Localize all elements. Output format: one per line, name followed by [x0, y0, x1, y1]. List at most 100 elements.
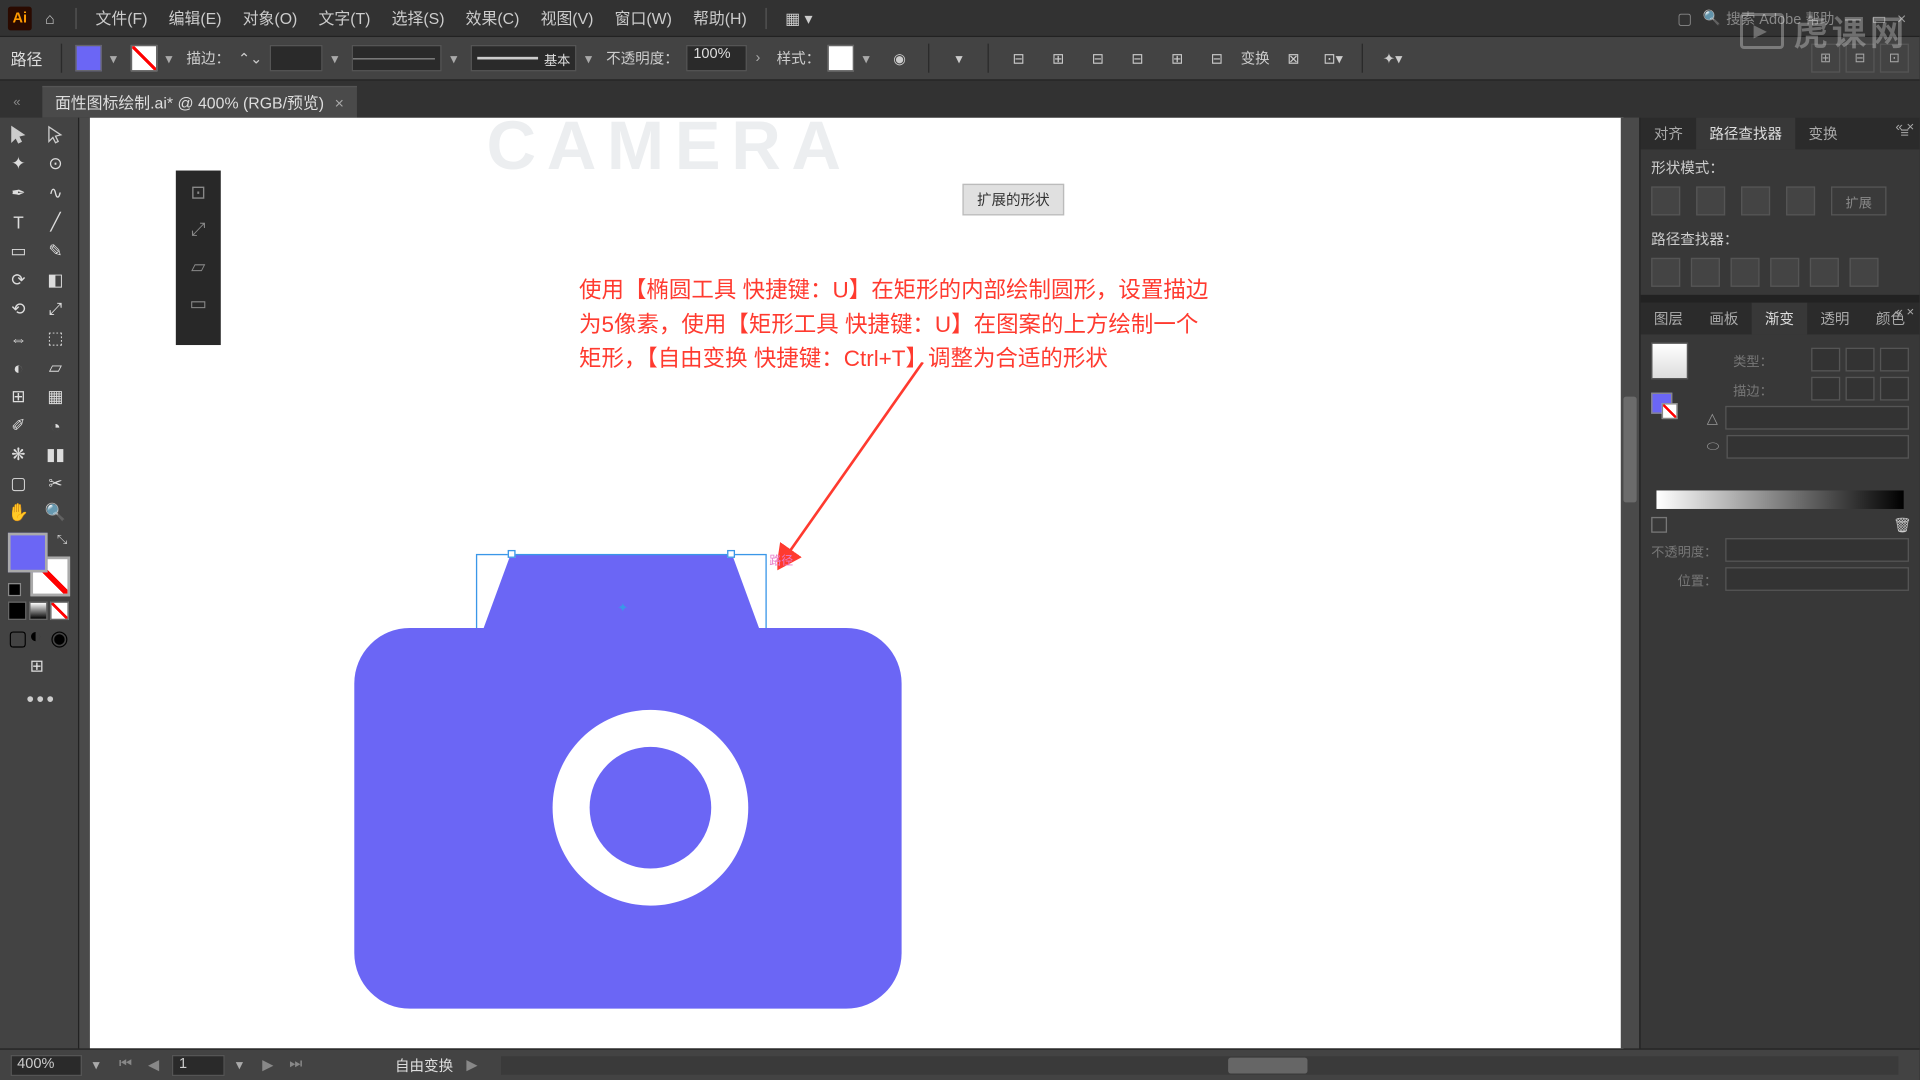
toolbar-more-icon[interactable]: ••• [0, 681, 57, 713]
align-hcenter-icon[interactable]: ⊞ [1042, 42, 1074, 74]
brush-definition-field[interactable]: 基本 [471, 45, 577, 71]
panel-collapse-icon[interactable]: « × [1896, 120, 1915, 135]
home-icon[interactable]: ⌂ [45, 9, 55, 28]
eyedropper-gradient-icon[interactable] [1651, 517, 1667, 533]
linear-gradient-icon[interactable] [1811, 348, 1840, 372]
zoom-level-field[interactable]: 400% [11, 1054, 82, 1075]
isolate-icon[interactable]: ⊠ [1278, 42, 1310, 74]
tab-align[interactable]: 对齐 [1641, 118, 1697, 150]
menu-type[interactable]: 文字(T) [308, 7, 381, 29]
status-arrow-icon[interactable]: ▶ [464, 1056, 480, 1073]
first-artboard-icon[interactable]: ⏮ [116, 1056, 134, 1073]
rectangle-tool[interactable]: ▭ [0, 237, 37, 266]
menu-edit[interactable]: 编辑(E) [158, 7, 232, 29]
variable-width-dropdown[interactable]: ▾ [450, 50, 463, 67]
camera-lens-inner[interactable] [590, 747, 712, 869]
gradient-preview[interactable] [1651, 342, 1688, 379]
scrollbar-thumb[interactable] [1623, 397, 1636, 503]
menu-select[interactable]: 选择(S) [381, 7, 455, 29]
perspective-tool[interactable]: ▱ [37, 353, 74, 382]
menu-file[interactable]: 文件(F) [85, 7, 158, 29]
eyedropper-tool[interactable]: ✐ [0, 411, 37, 440]
align-top-icon[interactable]: ⊟ [1122, 42, 1154, 74]
intersect-icon[interactable] [1741, 186, 1770, 215]
menu-window[interactable]: 窗口(W) [604, 7, 682, 29]
stroke-weight-field[interactable] [270, 45, 323, 71]
fill-color-swatch[interactable] [75, 45, 101, 71]
gradient-aspect-field[interactable] [1727, 435, 1909, 459]
style-dropdown[interactable]: ▾ [863, 50, 876, 67]
free-distort-icon[interactable]: ▭ [185, 290, 211, 316]
scale-tool[interactable]: ⤢ [37, 295, 74, 324]
menu-object[interactable]: 对象(O) [232, 7, 308, 29]
screen-mode-normal[interactable]: ▢ [8, 625, 27, 644]
gradient-slider[interactable] [1656, 490, 1903, 509]
menu-view[interactable]: 视图(V) [530, 7, 604, 29]
minimize-button[interactable]: — [1845, 9, 1861, 28]
screen-mode-presentation[interactable]: ◉ [50, 625, 69, 644]
search-box[interactable]: 🔍 搜索 Adobe 帮助 [1703, 7, 1835, 28]
gradient-angle-field[interactable] [1726, 406, 1909, 430]
unite-icon[interactable] [1651, 186, 1680, 215]
fill-dropdown[interactable]: ▾ [110, 50, 123, 67]
close-button[interactable]: × [1897, 9, 1906, 28]
variable-width-field[interactable] [352, 45, 442, 71]
shape-builder-tool[interactable]: ◐ [0, 353, 37, 382]
align-vcenter-icon[interactable]: ⊞ [1161, 42, 1193, 74]
delete-stop-icon[interactable]: 🗑 [1893, 517, 1909, 533]
paintbrush-tool[interactable]: ✎ [37, 237, 74, 266]
fill-stroke-indicator[interactable]: ⤡ [8, 533, 70, 596]
eraser-tool[interactable]: ◧ [37, 266, 74, 295]
tab-pathfinder[interactable]: 路径查找器 [1696, 118, 1795, 150]
merge-icon[interactable] [1730, 258, 1759, 287]
expand-shape-button[interactable]: 扩展的形状 [962, 184, 1064, 216]
edit-toolbar-icon[interactable]: ⊞ [0, 652, 74, 681]
stroke-color-swatch[interactable] [131, 45, 157, 71]
align-toggle-icon[interactable]: ▾ [943, 42, 975, 74]
tab-artboards[interactable]: 画板 [1696, 303, 1752, 335]
tab-transparency[interactable]: 透明 [1807, 303, 1863, 335]
panel-collapse-icon[interactable]: « × [1896, 305, 1915, 320]
stroke-weight-dropdown[interactable]: ▾ [331, 50, 344, 67]
opacity-dropdown[interactable]: › [755, 50, 768, 66]
shaper-tool[interactable]: ⟳ [0, 266, 37, 295]
color-mode-gradient[interactable] [29, 602, 48, 621]
workspace-grid-2[interactable]: ⊟ [1846, 44, 1875, 73]
width-tool[interactable]: ⇔ [0, 324, 37, 353]
outline-icon[interactable] [1810, 258, 1839, 287]
next-artboard-icon[interactable]: ▶ [260, 1056, 276, 1073]
rotate-tool[interactable]: ⟲ [0, 295, 37, 324]
select-similar-icon[interactable]: ✦▾ [1377, 42, 1409, 74]
gradient-opacity-field[interactable] [1725, 538, 1909, 562]
magic-wand-tool[interactable]: ✦ [0, 149, 37, 178]
tab-transform[interactable]: 变换 [1795, 118, 1851, 150]
screen-mode-full[interactable]: ◐ [29, 625, 48, 644]
free-transform-widget[interactable]: ⊡ ⤢ ▱ ▭ [176, 171, 221, 346]
opacity-field[interactable]: 100% [687, 45, 748, 71]
stroke-dropdown[interactable]: ▾ [165, 50, 178, 67]
artboard[interactable]: CAMERA ⊡ ⤢ ▱ ▭ 扩展的形状 使用【椭圆工具 快捷键：U】在矩形的内… [90, 118, 1624, 1049]
transform-label[interactable]: 变换 [1241, 48, 1270, 69]
free-transform-tool[interactable]: ⬚ [37, 324, 74, 353]
artboard-dropdown[interactable]: ▾ [236, 1056, 249, 1073]
expand-button[interactable]: 扩展 [1831, 186, 1887, 215]
shape-mode-icon[interactable]: ⊡▾ [1317, 42, 1349, 74]
divide-icon[interactable] [1651, 258, 1680, 287]
color-mode-none[interactable] [50, 602, 69, 621]
doc-arrange-icon[interactable]: ▢ [1677, 9, 1692, 28]
line-tool[interactable]: ╱ [37, 208, 74, 237]
vertical-scrollbar[interactable] [1621, 118, 1640, 1049]
tab-close-icon[interactable]: × [335, 93, 344, 112]
layout-dropdown[interactable]: ▦ ▾ [775, 9, 824, 28]
fill-indicator[interactable] [8, 533, 48, 573]
workspace-grid-3[interactable]: ⊡ [1880, 44, 1909, 73]
default-fill-stroke-icon[interactable] [8, 583, 21, 596]
maximize-button[interactable]: ▭ [1871, 9, 1886, 28]
graphic-style-swatch[interactable] [828, 45, 854, 71]
gradient-position-field[interactable] [1725, 567, 1909, 591]
radial-gradient-icon[interactable] [1846, 348, 1875, 372]
selection-tool[interactable] [0, 120, 37, 149]
document-tab[interactable]: 面性图标绘制.ai* @ 400% (RGB/预览) × [42, 86, 357, 118]
freeform-gradient-icon[interactable] [1880, 348, 1909, 372]
prev-artboard-icon[interactable]: ◀ [145, 1056, 161, 1073]
